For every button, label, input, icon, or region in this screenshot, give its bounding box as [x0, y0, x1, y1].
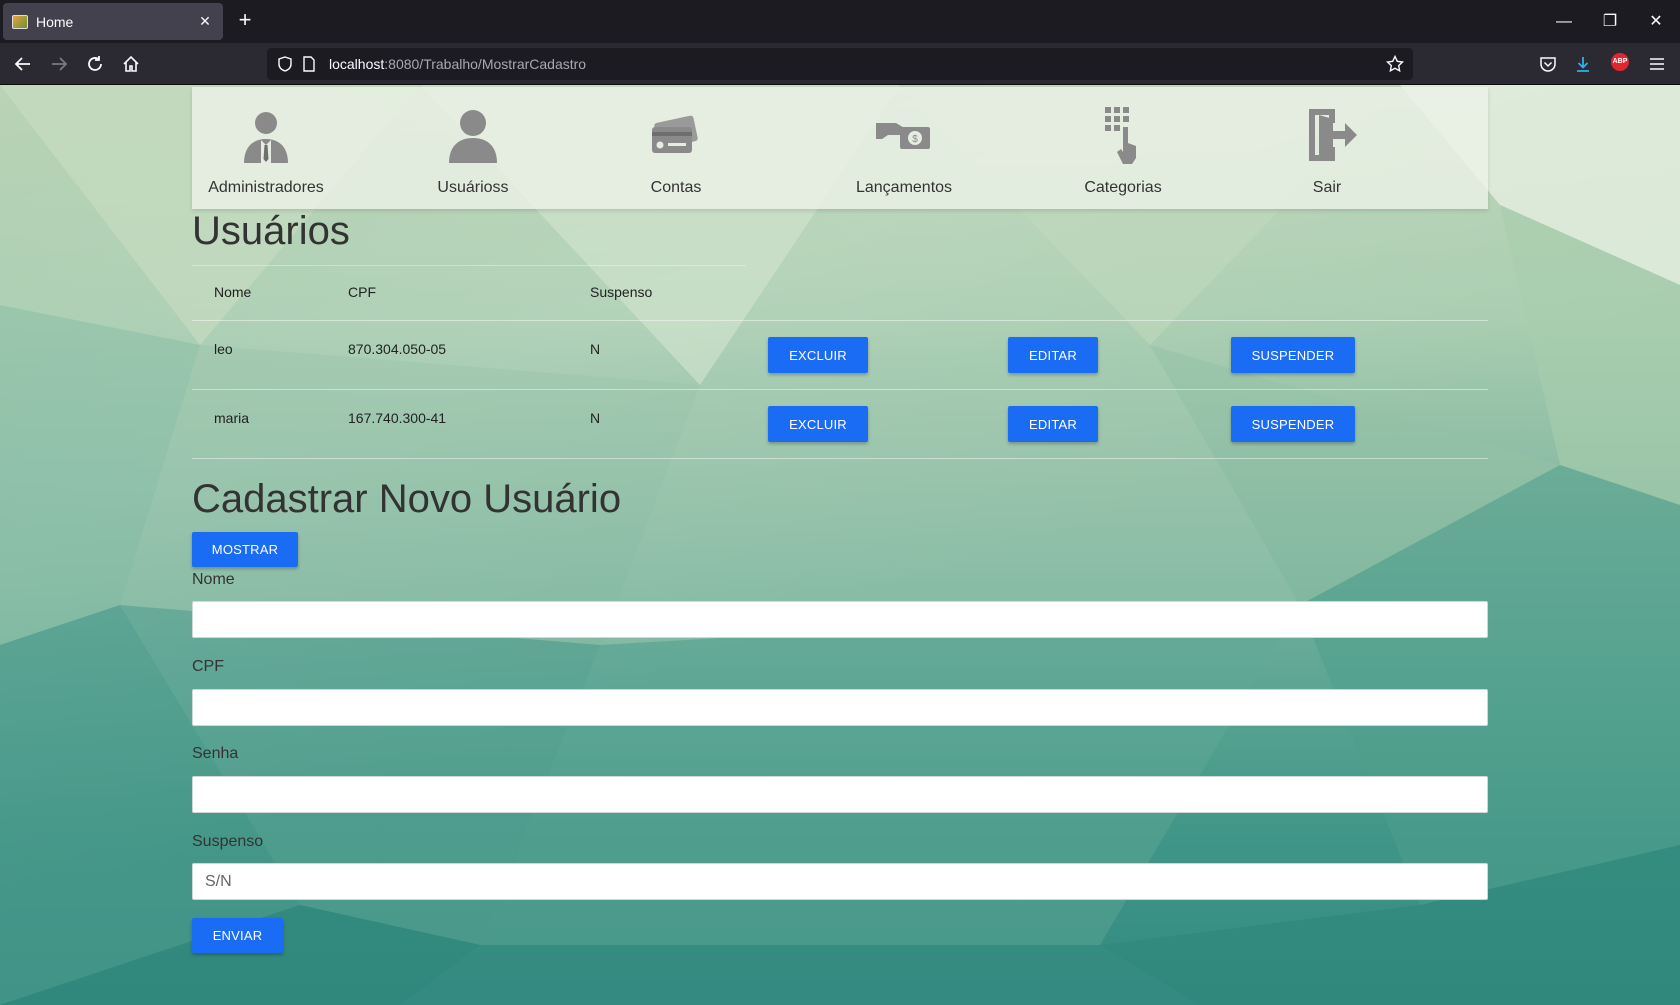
column-header-suspenso: Suspenso	[590, 284, 653, 300]
header-divider	[192, 320, 1488, 321]
page-info-icon[interactable]	[297, 52, 321, 76]
bookmark-star-icon[interactable]	[1383, 52, 1407, 76]
senha-label: Senha	[192, 745, 239, 762]
row-divider	[192, 458, 1488, 459]
menu-label-administradores: Administradores	[208, 179, 324, 196]
close-window-icon[interactable]: ✕	[1641, 8, 1671, 36]
form-title: Cadastrar Novo Usuário	[192, 477, 622, 521]
admin-icon	[244, 112, 288, 163]
forward-icon[interactable]	[47, 52, 71, 76]
browser-nav-bar: localhost:8080/Trabalho/MostrarCadastro …	[0, 43, 1680, 85]
url-text[interactable]: localhost:8080/Trabalho/MostrarCadastro	[329, 56, 586, 72]
tab-close-icon[interactable]: ✕	[195, 11, 215, 31]
enviar-button[interactable]: ENVIAR	[192, 918, 283, 953]
browser-tab[interactable]: Home ✕	[3, 3, 223, 40]
back-icon[interactable]	[11, 52, 35, 76]
new-tab-icon[interactable]: +	[233, 9, 257, 33]
cpf-label: CPF	[192, 658, 224, 675]
cell-suspenso: N	[590, 410, 601, 426]
user-icon	[449, 110, 497, 163]
favicon-icon	[12, 15, 28, 29]
column-header-cpf: CPF	[348, 284, 376, 300]
suspender-button[interactable]: SUSPENDER	[1231, 337, 1355, 373]
cpf-field[interactable]	[192, 689, 1488, 726]
cell-cpf: 870.304.050-05	[348, 341, 447, 357]
mostrar-button[interactable]: MOSTRAR	[192, 532, 298, 567]
editar-button[interactable]: EDITAR	[1008, 337, 1098, 373]
menu-label-categorias: Categorias	[1084, 179, 1162, 196]
excluir-button[interactable]: EXCLUIR	[768, 406, 868, 442]
users-title: Usuários	[192, 209, 350, 253]
home-icon[interactable]	[119, 52, 143, 76]
page-content: Administradores Usuárioss Contas $ Lança…	[0, 85, 1680, 1005]
reload-icon[interactable]	[83, 52, 107, 76]
nome-label: Nome	[192, 571, 235, 588]
row-divider	[192, 389, 1488, 390]
minimize-icon[interactable]: —	[1549, 8, 1579, 36]
table-top-divider	[192, 265, 746, 266]
editar-button[interactable]: EDITAR	[1008, 406, 1098, 442]
menu-label-sair: Sair	[1312, 179, 1342, 196]
shield-icon[interactable]	[273, 52, 297, 76]
menu-item-usuarioss[interactable]: Usuárioss	[418, 87, 528, 209]
exit-door-icon	[1309, 109, 1357, 161]
cell-suspenso: N	[590, 341, 601, 357]
menu-hamburger-icon[interactable]	[1645, 52, 1669, 76]
menu-item-administradores[interactable]: Administradores	[192, 87, 340, 209]
tab-title: Home	[36, 14, 74, 30]
svg-text:$: $	[912, 134, 918, 145]
url-bar[interactable]: localhost:8080/Trabalho/MostrarCadastro	[267, 48, 1413, 80]
adblock-icon[interactable]: ABP	[1611, 53, 1629, 71]
menu-label-usuarioss: Usuárioss	[437, 179, 509, 196]
menu-item-lancamentos[interactable]: $ Lançamentos	[839, 87, 969, 209]
nome-field[interactable]	[192, 601, 1488, 638]
suspenso-field[interactable]	[192, 863, 1488, 900]
column-header-nome: Nome	[214, 284, 252, 300]
main-menu: Administradores Usuárioss Contas $ Lança…	[192, 87, 1488, 209]
download-icon[interactable]	[1571, 52, 1595, 76]
money-hand-icon: $	[876, 123, 930, 149]
excluir-button[interactable]: EXCLUIR	[768, 337, 868, 373]
menu-item-contas[interactable]: Contas	[626, 87, 726, 209]
pocket-icon[interactable]	[1536, 52, 1560, 76]
menu-item-sair[interactable]: Sair	[1282, 87, 1372, 209]
restore-icon[interactable]: ❐	[1595, 8, 1625, 36]
menu-label-contas: Contas	[650, 179, 702, 196]
senha-field[interactable]	[192, 776, 1488, 813]
browser-tab-bar: Home ✕ + — ❐ ✕	[0, 0, 1680, 43]
cell-nome: leo	[214, 341, 233, 357]
cell-cpf: 167.740.300-41	[348, 410, 447, 426]
suspenso-label: Suspenso	[192, 833, 264, 850]
suspender-button[interactable]: SUSPENDER	[1231, 406, 1355, 442]
menu-item-categorias[interactable]: Categorias	[1068, 87, 1178, 209]
credit-card-icon	[652, 115, 698, 153]
menu-label-lancamentos: Lançamentos	[855, 179, 953, 196]
grid-hand-icon	[1105, 107, 1136, 164]
cell-nome: maria	[214, 410, 250, 426]
